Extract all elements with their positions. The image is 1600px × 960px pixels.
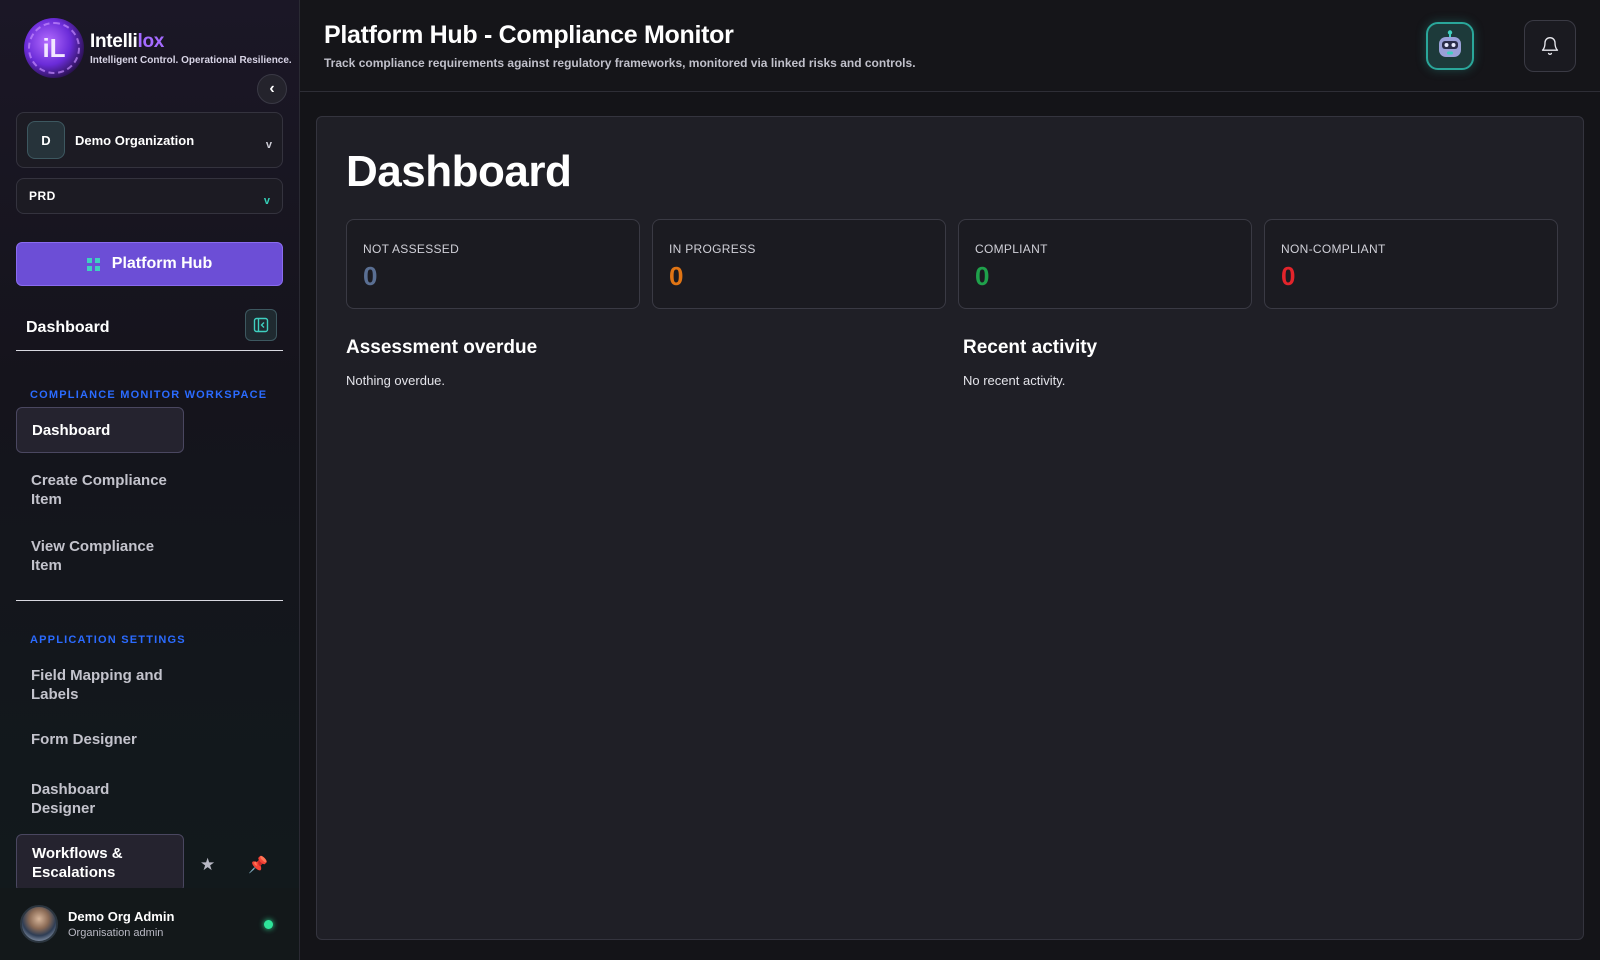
nav-item-label: Field Mapping and Labels (31, 667, 163, 703)
recent-activity-body: No recent activity. (963, 373, 1066, 388)
brand-name-part2: lox (137, 30, 165, 52)
stat-card-not-assessed[interactable]: NOT ASSESSED 0 (346, 219, 640, 309)
nav-workflows-escalations[interactable]: Workflows & Escalations (16, 834, 184, 892)
section-workspace: COMPLIANCE MONITOR WORKSPACE (30, 389, 268, 401)
notifications-button[interactable] (1524, 20, 1576, 72)
stat-card-in-progress[interactable]: IN PROGRESS 0 (652, 219, 946, 309)
stat-label: NOT ASSESSED (363, 242, 460, 256)
organization-select[interactable]: D Demo Organization v (16, 112, 283, 168)
online-status-icon (264, 919, 273, 929)
assessment-overdue-title: Assessment overdue (346, 337, 538, 358)
brand-tagline: Intelligent Control. Operational Resilie… (90, 54, 292, 66)
user-text: Demo Org Admin Organisation admin (68, 909, 264, 939)
stat-value: 0 (975, 261, 990, 291)
panel-toggle-icon[interactable] (245, 308, 277, 341)
nav-item-label: Workflows & Escalations (32, 845, 123, 881)
nav-item-label: Dashboard Designer (31, 781, 110, 817)
user-role: Organisation admin (68, 927, 164, 939)
brand-logo-letters: iL (42, 32, 66, 63)
assistant-bot-button[interactable] (1426, 22, 1474, 70)
user-card[interactable]: Demo Org Admin Organisation admin (0, 888, 299, 960)
stat-value: 0 (363, 261, 378, 291)
dashboard-row-label: Dashboard (26, 318, 110, 336)
stat-card-compliant[interactable]: COMPLIANT 0 (958, 219, 1252, 309)
platform-hub-button[interactable]: Platform Hub (16, 242, 283, 286)
main-panel: Dashboard NOT ASSESSED 0 IN PROGRESS 0 C… (316, 116, 1584, 940)
star-icon[interactable]: ★ (200, 855, 215, 875)
avatar (20, 905, 58, 943)
stat-label: NON-COMPLIANT (1281, 242, 1386, 256)
nav-create-compliance-item[interactable]: Create Compliance Item (16, 467, 184, 513)
brand-text: Intellilox Intelligent Control. Operatio… (90, 31, 292, 66)
assessment-overdue-body: Nothing overdue. (346, 373, 446, 388)
chevron-left-icon: ‹ (269, 80, 275, 97)
brand-logo-icon: iL (24, 18, 84, 78)
stat-card-non-compliant[interactable]: NON-COMPLIANT 0 (1264, 219, 1558, 309)
stat-value: 0 (669, 261, 684, 291)
robot-icon (1439, 30, 1461, 57)
nav-field-mapping[interactable]: Field Mapping and Labels (16, 662, 184, 708)
org-name: Demo Organization (75, 132, 195, 148)
header: Platform Hub - Compliance Monitor Track … (300, 0, 1600, 92)
stat-label: COMPLIANT (975, 242, 1048, 256)
bell-icon (1541, 37, 1559, 55)
org-avatar: D (27, 121, 65, 159)
collapse-sidebar-button[interactable]: ‹ (257, 74, 287, 104)
section-application-settings: APPLICATION SETTINGS (30, 634, 186, 646)
nav-item-label: Create Compliance Item (31, 472, 167, 508)
chevron-down-icon: v (263, 195, 270, 207)
recent-activity-title: Recent activity (963, 337, 1098, 358)
brand-name-part1: Intelli (90, 30, 138, 52)
stat-value: 0 (1281, 261, 1296, 291)
grid-icon (86, 257, 100, 271)
page-title: Platform Hub - Compliance Monitor (324, 21, 734, 49)
dashboard-row[interactable]: Dashboard (16, 305, 283, 351)
nav-item-label: Form Designer (31, 730, 137, 748)
divider (16, 600, 283, 601)
nav-item-label: View Compliance Item (31, 538, 155, 574)
pin-icon[interactable]: 📌 (248, 855, 268, 875)
user-name: Demo Org Admin (68, 909, 175, 924)
stat-label: IN PROGRESS (669, 242, 756, 256)
nav-dashboard-designer[interactable]: Dashboard Designer (16, 776, 184, 822)
environment-select[interactable]: PRD v (16, 178, 283, 214)
platform-hub-label: Platform Hub (111, 255, 213, 272)
sidebar: iL Intellilox Intelligent Control. Opera… (0, 0, 300, 960)
page-subtitle: Track compliance requirements against re… (324, 56, 916, 70)
dashboard-title: Dashboard (346, 147, 572, 196)
chevron-down-icon: v (265, 139, 272, 151)
brand[interactable]: iL Intellilox Intelligent Control. Opera… (24, 18, 292, 78)
env-name: PRD (29, 189, 56, 203)
nav-form-designer[interactable]: Form Designer (16, 720, 184, 758)
nav-dashboard[interactable]: Dashboard (16, 407, 184, 453)
nav-view-compliance-item[interactable]: View Compliance Item (16, 533, 184, 579)
brand-name: Intellilox (90, 31, 292, 53)
nav-item-label: Dashboard (32, 421, 111, 439)
